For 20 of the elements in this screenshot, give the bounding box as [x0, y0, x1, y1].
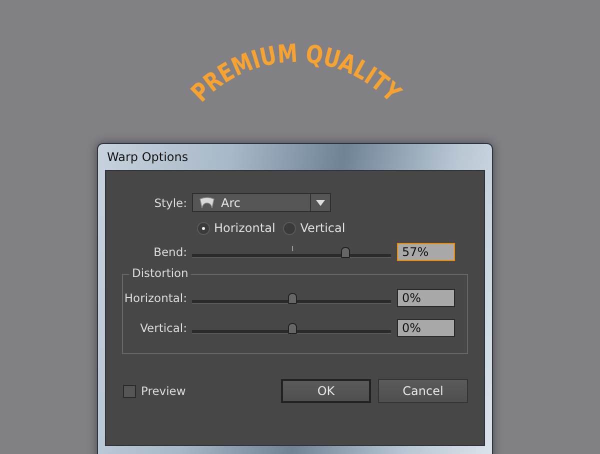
slider-label: Vertical:: [139, 321, 188, 335]
slider-thumb[interactable]: [288, 293, 296, 304]
orientation-radio[interactable]: Horizontal: [197, 221, 276, 235]
slider-label: Horizontal:: [123, 291, 188, 305]
slider-thumb[interactable]: [288, 323, 296, 334]
style-dropdown[interactable]: Arc: [192, 193, 331, 212]
orientation-radio[interactable]: Vertical: [283, 221, 346, 235]
caret-icon: [316, 200, 325, 206]
preview-checkbox[interactable]: Preview: [123, 384, 186, 398]
group-title: Distortion: [129, 266, 192, 280]
window-title: Warp Options: [106, 150, 188, 164]
percent-field[interactable]: 0%: [397, 289, 455, 307]
dialog-button[interactable]: Cancel: [378, 379, 468, 403]
percent-field[interactable]: 0%: [397, 319, 455, 337]
style-label: Style:: [153, 196, 188, 210]
arc-warp-icon: [199, 196, 215, 208]
dialog-button[interactable]: OK: [281, 379, 371, 403]
slider-thumb[interactable]: [341, 247, 350, 258]
bend-field[interactable]: 57%: [397, 243, 455, 261]
bend-label: Bend:: [152, 245, 188, 259]
